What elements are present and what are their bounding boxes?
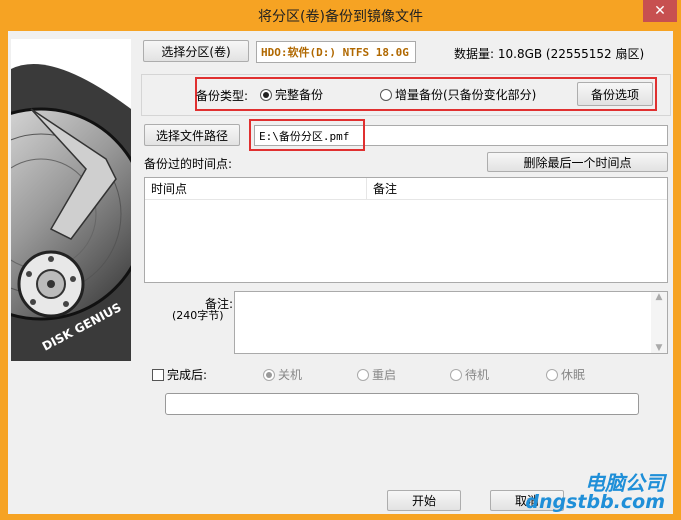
after-completion-checkbox-box: [152, 368, 164, 381]
radio-shutdown-label: 关机: [278, 368, 303, 382]
radio-shutdown-dot: [263, 368, 275, 381]
watermark-cn: 电脑公司: [585, 471, 665, 495]
hard-disk-illustration: DISK GENIUS: [11, 39, 131, 361]
radio-full-backup[interactable]: 完整备份: [260, 86, 323, 103]
scroll-up-icon[interactable]: ▲: [656, 292, 663, 302]
partition-value: HDO:软件(D:) NTFS 18.0G: [261, 46, 409, 59]
close-icon: ✕: [654, 3, 666, 19]
dialog-body: DISK GENIUS 选择分区(卷) HDO:软件(D:) NTFS 18.0…: [8, 31, 673, 514]
select-file-path-label: 选择文件路径: [155, 128, 228, 143]
notes-scrollbar[interactable]: ▲ ▼: [651, 292, 667, 353]
disk-genius-logo: DISK GENIUS: [11, 39, 131, 361]
select-partition-button[interactable]: 选择分区(卷): [143, 40, 249, 62]
start-button-label: 开始: [411, 494, 436, 508]
window-frame-bottom: [0, 514, 681, 520]
notes-sublabel: (240字节): [172, 309, 224, 322]
radio-restart-label: 重启: [372, 368, 397, 382]
start-button[interactable]: 开始: [387, 490, 461, 511]
radio-full-backup-dot: [260, 88, 272, 101]
backup-options-label: 备份选项: [590, 87, 639, 102]
close-button[interactable]: ✕: [643, 0, 677, 22]
radio-restart-dot: [357, 368, 369, 381]
radio-incremental-backup-label: 增量备份(只备份变化部分): [395, 88, 537, 102]
radio-hibernate-label: 休眠: [561, 368, 586, 382]
timepoints-table[interactable]: 时间点 备注: [144, 177, 668, 283]
window-frame-left: [0, 31, 8, 520]
scroll-down-icon[interactable]: ▼: [656, 343, 663, 353]
watermark-en: dngstbb.com: [525, 491, 665, 513]
select-partition-label: 选择分区(卷): [161, 44, 231, 59]
column-header-timepoint: 时间点: [145, 178, 367, 199]
radio-incremental-backup-dot: [380, 88, 392, 101]
title-bar: 将分区(卷)备份到镜像文件 ✕: [0, 0, 681, 31]
notes-textarea[interactable]: ▲ ▼: [234, 291, 668, 354]
select-file-path-button[interactable]: 选择文件路径: [144, 124, 240, 146]
backup-options-button[interactable]: 备份选项: [577, 82, 653, 106]
radio-hibernate[interactable]: 休眠: [546, 366, 585, 383]
radio-shutdown[interactable]: 关机: [263, 366, 302, 383]
highlight-box-file-path: [249, 119, 365, 151]
progress-bar: [165, 393, 639, 415]
radio-restart[interactable]: 重启: [357, 366, 396, 383]
backup-type-label: 备份类型:: [196, 89, 249, 103]
after-completion-checkbox[interactable]: 完成后:: [152, 366, 207, 383]
radio-standby[interactable]: 待机: [450, 366, 489, 383]
after-completion-label: 完成后:: [167, 368, 208, 382]
radio-standby-dot: [450, 368, 462, 381]
radio-hibernate-dot: [546, 368, 558, 381]
window-frame-right: [673, 31, 681, 520]
partition-field: HDO:软件(D:) NTFS 18.0G: [256, 41, 416, 63]
delete-last-timepoint-label: 删除最后一个时间点: [523, 155, 632, 170]
radio-incremental-backup[interactable]: 增量备份(只备份变化部分): [380, 86, 536, 103]
timepoints-table-header: 时间点 备注: [145, 178, 667, 200]
radio-standby-label: 待机: [465, 368, 490, 382]
timepoints-label: 备份过的时间点:: [144, 157, 233, 171]
window-title: 将分区(卷)备份到镜像文件: [258, 8, 423, 25]
site-watermark: 电脑公司 dngstbb.com: [525, 473, 665, 512]
delete-last-timepoint-button[interactable]: 删除最后一个时间点: [487, 152, 668, 172]
radio-full-backup-label: 完整备份: [275, 88, 324, 102]
data-size-text: 数据量: 10.8GB (22555152 扇区): [454, 47, 645, 61]
column-header-notes: 备注: [373, 182, 398, 196]
